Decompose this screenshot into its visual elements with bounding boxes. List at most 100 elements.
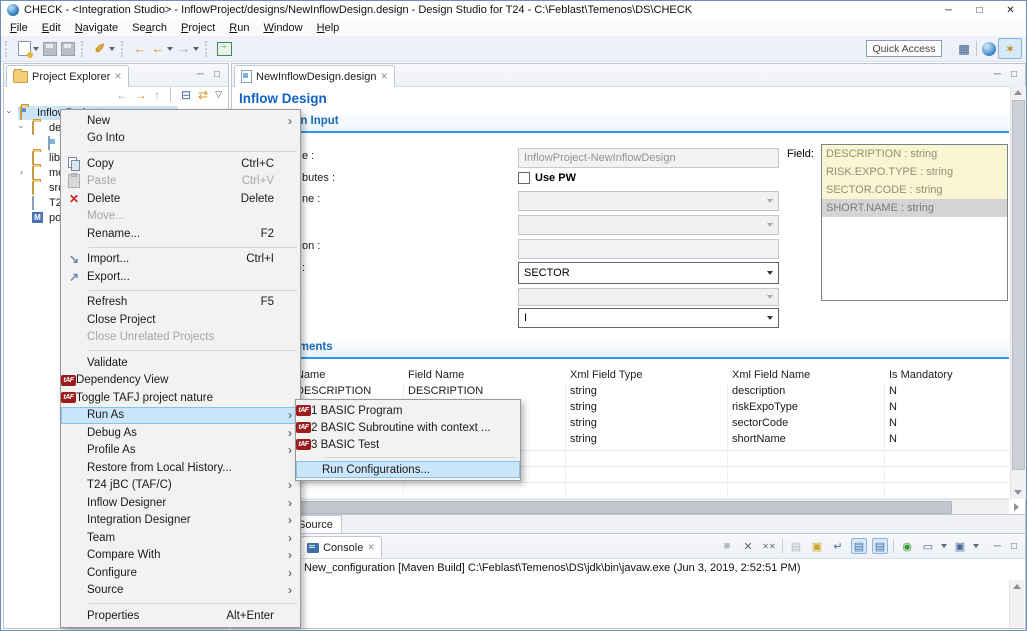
- pe-forward-icon[interactable]: →: [135, 88, 147, 102]
- field-list-item[interactable]: SECTOR.CODE : string: [822, 181, 1007, 199]
- scroll-up-icon[interactable]: [1014, 90, 1022, 95]
- terminate-icon[interactable]: ■: [719, 538, 735, 554]
- context-menu-item-integration-designer[interactable]: Integration Designer›: [61, 512, 300, 530]
- tab-newinflowdesign[interactable]: NewInflowDesign.design ✕: [234, 65, 395, 87]
- view-menu-icon[interactable]: ▽: [215, 89, 222, 100]
- console-minimize-icon[interactable]: ─: [994, 541, 1001, 552]
- menubar-item-search[interactable]: Search: [125, 22, 174, 34]
- collapse-all-icon[interactable]: ⊟: [181, 88, 191, 102]
- use-pw-checkbox[interactable]: [518, 172, 530, 184]
- context-menu-item-source[interactable]: Source›: [61, 582, 300, 600]
- open-console-icon[interactable]: ▣: [952, 538, 968, 554]
- context-menu-item-debug-as[interactable]: Debug As›: [61, 424, 300, 442]
- menubar-item-edit[interactable]: Edit: [35, 22, 68, 34]
- minimize-button[interactable]: ─: [933, 1, 964, 19]
- menubar-item-help[interactable]: Help: [310, 22, 347, 34]
- context-menu-item-t24-jbc-taf-c[interactable]: T24 jBC (TAF/C)›: [61, 477, 300, 495]
- editor-maximize-icon[interactable]: □: [1011, 69, 1017, 80]
- context-menu-item-configure[interactable]: Configure›: [61, 564, 300, 582]
- context-menu-item-move[interactable]: Move...: [61, 208, 300, 226]
- menubar-item-project[interactable]: Project: [174, 22, 222, 34]
- close-icon[interactable]: ✕: [114, 71, 122, 82]
- console-maximize-icon[interactable]: □: [1011, 541, 1017, 552]
- sector-combo[interactable]: SECTOR: [518, 262, 779, 284]
- run-as-item-3-basic-test[interactable]: tAF3 BASIC Test: [296, 436, 520, 453]
- console-vertical-scrollbar[interactable]: [1009, 580, 1024, 628]
- context-menu-item-import[interactable]: ↘Import...Ctrl+I: [61, 251, 300, 269]
- last-edit-location-button[interactable]: ←: [131, 40, 149, 58]
- close-button[interactable]: ✕: [995, 1, 1026, 19]
- context-menu-item-copy[interactable]: CopyCtrl+C: [61, 155, 300, 173]
- context-menu-item-export[interactable]: ↗Export...: [61, 268, 300, 286]
- current-perspective-button[interactable]: ✶: [998, 38, 1022, 59]
- close-icon[interactable]: ✕: [380, 71, 388, 82]
- context-menu-item-validate[interactable]: Validate: [61, 354, 300, 372]
- field-list-item[interactable]: DESCRIPTION : string: [822, 145, 1007, 163]
- field-listbox[interactable]: DESCRIPTION : stringRISK.EXPO.TYPE : str…: [821, 144, 1008, 301]
- display-selected-console-dropdown-icon[interactable]: [941, 544, 947, 548]
- context-menu-item-restore-from-local-history[interactable]: Restore from Local History...: [61, 459, 300, 477]
- context-menu-item-inflow-designer[interactable]: Inflow Designer›: [61, 494, 300, 512]
- link-with-editor-icon[interactable]: ⇄: [198, 88, 208, 102]
- run-as-item-run-configurations[interactable]: Run Configurations...: [296, 461, 520, 478]
- context-menu-item-properties[interactable]: PropertiesAlt+Enter: [61, 607, 300, 625]
- tree-expand-icon[interactable]: ›: [20, 167, 23, 177]
- open-console-dropdown-icon[interactable]: [973, 544, 979, 548]
- context-menu-item-refresh[interactable]: RefreshF5: [61, 294, 300, 312]
- context-menu-item-toggle-tafj-project-nature[interactable]: tAFToggle TAFJ project nature: [61, 389, 300, 407]
- scroll-right-icon[interactable]: [1014, 503, 1019, 511]
- tab-project-explorer[interactable]: Project Explorer ✕: [6, 65, 129, 87]
- open-perspective-button[interactable]: ▦: [955, 40, 973, 58]
- context-menu-item-compare-with[interactable]: Compare With›: [61, 547, 300, 565]
- integration-perspective-button[interactable]: [980, 40, 998, 58]
- context-menu-item-run-as[interactable]: Run As›: [61, 407, 300, 425]
- scroll-up-icon[interactable]: [1013, 584, 1021, 589]
- context-menu-item-rename[interactable]: Rename...F2: [61, 225, 300, 243]
- view-maximize-icon[interactable]: □: [214, 69, 220, 80]
- tree-expand-icon[interactable]: ›: [5, 111, 15, 114]
- link-with-editor-button[interactable]: [215, 40, 233, 58]
- context-menu-item-team[interactable]: Team›: [61, 529, 300, 547]
- scrollbar-thumb[interactable]: [294, 501, 952, 514]
- scrollbar-thumb[interactable]: [1012, 100, 1025, 470]
- external-tools-dropdown-icon[interactable]: [109, 47, 115, 51]
- remove-all-terminated-icon[interactable]: ✕✕: [761, 538, 777, 554]
- run-as-item-2-basic-subroutine-with-context[interactable]: tAF2 BASIC Subroutine with context ...: [296, 419, 520, 436]
- close-icon[interactable]: ✕: [367, 542, 375, 553]
- context-menu-item-close-unrelated-projects[interactable]: Close Unrelated Projects: [61, 329, 300, 347]
- context-menu-item-close-project[interactable]: Close Project: [61, 311, 300, 329]
- type-combo[interactable]: I: [518, 308, 779, 328]
- run-as-item-1-basic-program[interactable]: tAF1 BASIC Program: [296, 402, 520, 419]
- field-list-item[interactable]: RISK.EXPO.TYPE : string: [822, 163, 1007, 181]
- tab-console[interactable]: Console ✕: [300, 536, 382, 558]
- context-menu-item-delete[interactable]: ✕DeleteDelete: [61, 190, 300, 208]
- scroll-lock-icon[interactable]: ▣: [809, 538, 825, 554]
- display-selected-console-icon[interactable]: ▭: [920, 538, 936, 554]
- menubar-item-run[interactable]: Run: [222, 22, 256, 34]
- new-wizard-dropdown-icon[interactable]: [33, 47, 39, 51]
- tree-expand-icon[interactable]: ›: [17, 126, 27, 129]
- context-menu-item-go-into[interactable]: Go Into: [61, 130, 300, 148]
- field-list-item[interactable]: SHORT.NAME : string: [822, 199, 1007, 217]
- menubar-item-file[interactable]: File: [3, 22, 35, 34]
- maximize-button[interactable]: □: [964, 1, 995, 19]
- editor-vertical-scrollbar[interactable]: [1010, 86, 1026, 499]
- back-button[interactable]: ←: [149, 40, 167, 58]
- remove-launch-icon[interactable]: ✕: [740, 538, 756, 554]
- pin-console-icon[interactable]: ◉: [899, 538, 915, 554]
- clear-console-icon[interactable]: ▤: [788, 538, 804, 554]
- scroll-down-icon[interactable]: [1014, 490, 1022, 495]
- menubar-item-navigate[interactable]: Navigate: [68, 22, 125, 34]
- context-menu-item-paste[interactable]: PasteCtrl+V: [61, 173, 300, 191]
- editor-minimize-icon[interactable]: ─: [994, 69, 1001, 80]
- word-wrap-icon[interactable]: ↵: [830, 538, 846, 554]
- show-console-stdout-icon[interactable]: ▤: [851, 538, 867, 554]
- quick-access-box[interactable]: Quick Access: [866, 40, 942, 57]
- new-wizard-button[interactable]: [15, 40, 33, 58]
- back-dropdown-icon[interactable]: [167, 47, 173, 51]
- context-menu-item-profile-as[interactable]: Profile As›: [61, 442, 300, 460]
- show-console-stderr-icon[interactable]: ▤: [872, 538, 888, 554]
- menubar-item-window[interactable]: Window: [256, 22, 309, 34]
- context-menu-item-dependency-view[interactable]: tAFDependency View: [61, 372, 300, 390]
- context-menu-item-new[interactable]: New›: [61, 112, 300, 130]
